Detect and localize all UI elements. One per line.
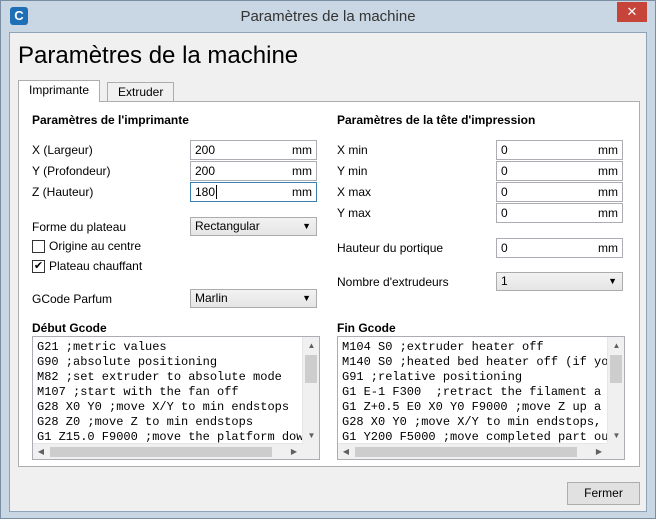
heated-bed-label: Plateau chauffant: [49, 259, 143, 273]
machine-settings-window: C Paramètres de la machine ✕ Paramètres …: [0, 0, 656, 519]
y-depth-field[interactable]: 200 mm: [190, 161, 317, 181]
y-max-label: Y max: [337, 206, 371, 220]
x-min-value: 0: [501, 143, 508, 157]
scroll-thumb[interactable]: [355, 447, 577, 457]
scroll-corner: [302, 443, 319, 459]
gcode-flavor-select[interactable]: Marlin ▼: [190, 289, 317, 308]
code-line: G28 X0 Y0 ;move X/Y to min endstops, sc: [342, 415, 623, 429]
end-gcode-editor[interactable]: M104 S0 ;extruder heater off M140 S0 ;he…: [337, 336, 625, 460]
head-settings-title: Paramètres de la tête d'impression: [337, 113, 536, 127]
start-gcode-editor[interactable]: G21 ;metric values G90 ;absolute positio…: [32, 336, 320, 460]
gantry-height-field[interactable]: 0 mm: [496, 238, 623, 258]
extruder-count-select[interactable]: 1 ▼: [496, 272, 623, 291]
z-height-unit: mm: [292, 185, 312, 199]
x-width-unit: mm: [292, 143, 312, 157]
text-caret: [216, 185, 218, 199]
y-min-value: 0: [501, 164, 508, 178]
tab-imprimante[interactable]: Imprimante: [18, 80, 101, 102]
x-width-field[interactable]: 200 mm: [190, 140, 317, 160]
code-line: M140 S0 ;heated bed heater off (if you: [342, 355, 616, 369]
gcode-flavor-label: GCode Parfum: [32, 292, 113, 306]
scroll-right-icon[interactable]: ▶: [286, 444, 302, 459]
x-width-value: 200: [195, 143, 216, 157]
gantry-height-value: 0: [501, 241, 508, 255]
page-title: Paramètres de la machine: [18, 42, 299, 69]
chevron-down-icon: ▼: [302, 293, 311, 303]
z-height-value: 180: [195, 185, 216, 199]
scroll-corner: [607, 443, 624, 459]
plate-shape-select[interactable]: Rectangular ▼: [190, 217, 317, 236]
title-bar[interactable]: C Paramètres de la machine ✕: [1, 1, 655, 32]
close-window-button[interactable]: ✕: [617, 2, 647, 22]
x-max-label: X max: [337, 185, 372, 199]
x-max-field[interactable]: 0 mm: [496, 182, 623, 202]
y-min-field[interactable]: 0 mm: [496, 161, 623, 181]
checkmark-icon: ✔: [33, 260, 44, 272]
code-line: M107 ;start with the fan off: [37, 385, 239, 399]
scroll-up-icon[interactable]: ▲: [303, 337, 319, 354]
scroll-thumb[interactable]: [305, 355, 317, 383]
y-min-unit: mm: [598, 164, 618, 178]
code-line: G1 Y200 F5000 ;move completed part out: [342, 430, 616, 444]
gcode-flavor-value: Marlin: [195, 291, 228, 305]
y-max-field[interactable]: 0 mm: [496, 203, 623, 223]
y-depth-label: Y (Profondeur): [32, 164, 111, 178]
x-max-value: 0: [501, 185, 508, 199]
scroll-left-icon[interactable]: ◀: [338, 444, 354, 459]
chevron-down-icon: ▼: [608, 276, 617, 286]
plate-shape-label: Forme du plateau: [32, 220, 127, 234]
horizontal-scrollbar[interactable]: ◀ ▶: [33, 443, 302, 459]
dialog-client-area: Paramètres de la machine Imprimante Extr…: [9, 32, 647, 512]
horizontal-scrollbar[interactable]: ◀ ▶: [338, 443, 607, 459]
x-max-unit: mm: [598, 185, 618, 199]
start-gcode-title: Début Gcode: [32, 321, 107, 335]
y-min-label: Y min: [337, 164, 368, 178]
scroll-right-icon[interactable]: ▶: [591, 444, 607, 459]
scroll-thumb[interactable]: [610, 355, 622, 383]
code-line: G1 Z15.0 F9000 ;move the platform down: [37, 430, 311, 444]
code-line: G28 Z0 ;move Z to min endstops: [37, 415, 254, 429]
plate-shape-value: Rectangular: [195, 219, 260, 233]
end-gcode-title: Fin Gcode: [337, 321, 396, 335]
extruder-count-value: 1: [501, 274, 508, 288]
code-line: G1 E-1 F300 ;retract the filament a bi: [342, 385, 623, 399]
code-line: G90 ;absolute positioning: [37, 355, 218, 369]
code-line: G1 Z+0.5 E0 X0 Y0 F9000 ;move Z up a bi: [342, 400, 623, 414]
x-min-label: X min: [337, 143, 368, 157]
gantry-height-unit: mm: [598, 241, 618, 255]
chevron-down-icon: ▼: [302, 221, 311, 231]
z-height-label: Z (Hauteur): [32, 185, 94, 199]
vertical-scrollbar[interactable]: ▲ ▼: [607, 337, 624, 444]
origin-center-checkbox[interactable]: [32, 240, 45, 253]
scroll-up-icon[interactable]: ▲: [608, 337, 624, 354]
code-line: G21 ;metric values: [37, 340, 167, 354]
gantry-height-label: Hauteur du portique: [337, 241, 444, 255]
code-line: M82 ;set extruder to absolute mode: [37, 370, 282, 384]
tab-extruder[interactable]: Extruder: [107, 82, 175, 101]
vertical-scrollbar[interactable]: ▲ ▼: [302, 337, 319, 444]
close-button[interactable]: Fermer: [567, 482, 640, 505]
x-min-unit: mm: [598, 143, 618, 157]
tab-panel-imprimante: Paramètres de l'imprimante X (Largeur) 2…: [18, 101, 640, 467]
code-line: G28 X0 Y0 ;move X/Y to min endstops: [37, 400, 290, 414]
code-line: M104 S0 ;extruder heater off: [342, 340, 544, 354]
scroll-thumb[interactable]: [50, 447, 272, 457]
code-line: G91 ;relative positioning: [342, 370, 523, 384]
scroll-down-icon[interactable]: ▼: [608, 427, 624, 444]
y-max-unit: mm: [598, 206, 618, 220]
scroll-down-icon[interactable]: ▼: [303, 427, 319, 444]
scroll-left-icon[interactable]: ◀: [33, 444, 49, 459]
window-title: Paramètres de la machine: [240, 8, 416, 25]
y-max-value: 0: [501, 206, 508, 220]
x-width-label: X (Largeur): [32, 143, 93, 157]
origin-center-label: Origine au centre: [49, 239, 142, 253]
printer-settings-title: Paramètres de l'imprimante: [32, 113, 189, 127]
extruder-count-label: Nombre d'extrudeurs: [337, 275, 449, 289]
z-height-field[interactable]: 180 mm: [190, 182, 317, 202]
y-depth-unit: mm: [292, 164, 312, 178]
x-min-field[interactable]: 0 mm: [496, 140, 623, 160]
y-depth-value: 200: [195, 164, 216, 178]
heated-bed-checkbox[interactable]: ✔: [32, 260, 45, 273]
